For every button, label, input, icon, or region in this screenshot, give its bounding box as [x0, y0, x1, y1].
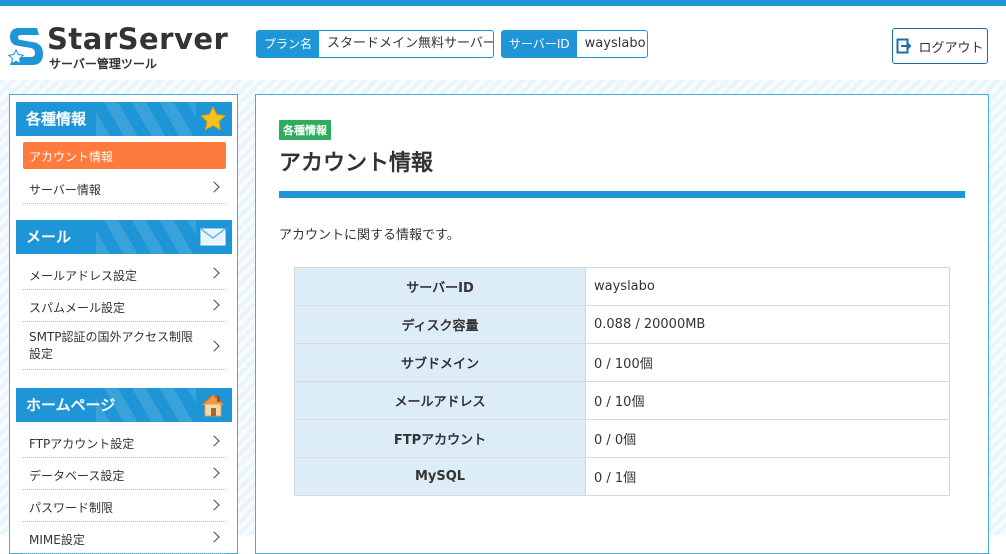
main-panel: 各種情報 アカウント情報 アカウントに関する情報です。 サーバーID waysl…	[255, 94, 989, 554]
intro-text: アカウントに関する情報です。	[279, 228, 460, 243]
sidebar-item-label: SMTP認証の国外アクセス制限設定	[29, 330, 193, 361]
sidebar-item-account-info[interactable]: アカウント情報	[23, 142, 226, 169]
sidebar-item-spam-mail[interactable]: スパムメール設定	[23, 290, 226, 322]
row-header: サーバーID	[294, 267, 586, 306]
sidebar-section-title: 各種情報	[26, 110, 87, 128]
row-value: 0 / 0個	[585, 419, 950, 458]
row-header: メールアドレス	[294, 381, 586, 420]
chevron-right-icon	[208, 499, 220, 511]
row-header: MySQL	[294, 457, 586, 496]
row-value: wayslabo	[585, 267, 950, 306]
sidebar-item-label: FTPアカウント設定	[29, 437, 135, 451]
envelope-icon	[200, 228, 226, 246]
table-row: サーバーID wayslabo	[294, 267, 950, 306]
chevron-right-icon	[208, 340, 220, 352]
sidebar-item-smtp-restriction[interactable]: SMTP認証の国外アクセス制限設定	[23, 322, 226, 370]
row-header: ディスク容量	[294, 305, 586, 344]
sidebar: 各種情報 アカウント情報 サーバー情報 メール メールアドレス設定 スパムメール…	[9, 94, 238, 554]
row-value: 0 / 1個	[585, 457, 950, 496]
server-id-pill: サーバーID wayslabo	[501, 30, 648, 58]
plan-value: スタードメイン無料サーバー	[327, 36, 494, 51]
page-title: アカウント情報	[279, 151, 434, 176]
table-row: MySQL 0 / 1個	[294, 457, 950, 496]
row-value: 0.088 / 20000MB	[585, 305, 950, 344]
sidebar-item-label: サーバー情報	[29, 183, 101, 197]
server-id-value: wayslabo	[584, 36, 646, 51]
chevron-right-icon	[208, 467, 220, 479]
logout-label: ログアウト	[918, 40, 984, 56]
sidebar-section-title: メール	[26, 228, 72, 246]
sidebar-item-label: メールアドレス設定	[29, 269, 138, 283]
sidebar-item-mail-address[interactable]: メールアドレス設定	[23, 258, 226, 290]
sidebar-item-server-info[interactable]: サーバー情報	[23, 172, 226, 204]
sidebar-item-password-restriction[interactable]: パスワード制限	[23, 490, 226, 522]
account-info-table: サーバーID wayslabo ディスク容量 0.088 / 20000MB サ…	[294, 267, 950, 496]
row-value: 0 / 10個	[585, 381, 950, 420]
app-title: StarServer	[47, 22, 229, 56]
sidebar-item-mime[interactable]: MIME設定	[23, 522, 226, 554]
house-icon	[201, 393, 225, 417]
logout-icon	[896, 38, 912, 54]
server-id-label: サーバーID	[502, 31, 577, 57]
table-row: メールアドレス 0 / 10個	[294, 381, 950, 420]
chevron-right-icon	[208, 267, 220, 279]
sidebar-section-homepage: ホームページ	[16, 388, 232, 422]
row-value: 0 / 100個	[585, 343, 950, 382]
row-header: サブドメイン	[294, 343, 586, 382]
sidebar-item-label: アカウント情報	[29, 150, 114, 164]
chevron-right-icon	[208, 435, 220, 447]
sidebar-section-mail: メール	[16, 220, 232, 254]
logo-s-icon	[7, 28, 43, 65]
sidebar-item-ftp-account[interactable]: FTPアカウント設定	[23, 426, 226, 458]
plan-pill: プラン名 スタードメイン無料サーバー	[256, 30, 494, 58]
row-header: FTPアカウント	[294, 419, 586, 458]
sidebar-item-database[interactable]: データベース設定	[23, 458, 226, 490]
title-divider	[279, 191, 965, 198]
app-subtitle: サーバー管理ツール	[49, 57, 157, 71]
sidebar-item-label: スパムメール設定	[29, 301, 126, 315]
table-row: サブドメイン 0 / 100個	[294, 343, 950, 382]
sidebar-item-label: パスワード制限	[29, 501, 114, 515]
header: StarServer サーバー管理ツール プラン名 スタードメイン無料サーバー …	[0, 6, 1006, 80]
chevron-right-icon	[208, 531, 220, 543]
star-icon	[200, 106, 226, 131]
sidebar-section-info: 各種情報	[16, 102, 232, 136]
sidebar-item-label: データベース設定	[29, 469, 125, 483]
logo[interactable]: StarServer サーバー管理ツール	[7, 22, 228, 74]
table-row: FTPアカウント 0 / 0個	[294, 419, 950, 458]
chevron-right-icon	[208, 299, 220, 311]
plan-label: プラン名	[257, 31, 320, 57]
category-badge: 各種情報	[279, 120, 331, 140]
sidebar-item-label: MIME設定	[29, 533, 85, 547]
logout-button[interactable]: ログアウト	[892, 28, 988, 64]
table-row: ディスク容量 0.088 / 20000MB	[294, 305, 950, 344]
chevron-right-icon	[208, 181, 220, 193]
